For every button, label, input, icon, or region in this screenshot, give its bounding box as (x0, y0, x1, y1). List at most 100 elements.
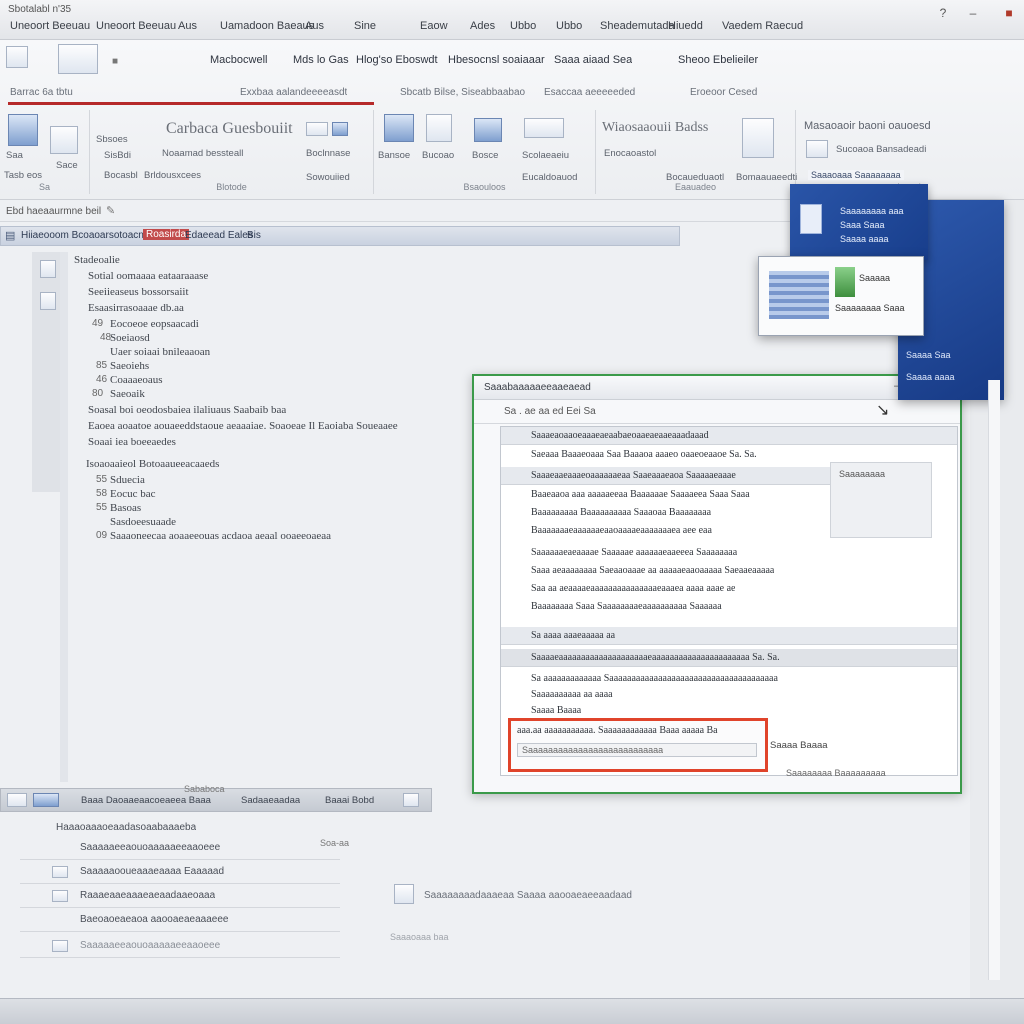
bottom-row[interactable]: Raaaeaaeaaaeaeaadaaeoaaa (20, 886, 340, 908)
path-text[interactable]: Ebd haeaaurmne beil (6, 206, 101, 217)
ribbon-group-editing: Wiaosaaouii Badss Enocaoastol Bocaueduao… (596, 110, 797, 194)
menu-item[interactable]: Sine (354, 20, 376, 32)
floating-preview-card[interactable]: Saaaaa Saaaaaaaa Saaa (758, 256, 924, 336)
page-thumb-icon[interactable] (40, 260, 56, 278)
dialog-row-text[interactable]: Saeaaa Baaaeoaaa Saa Baaaoa aaaeo oaaeoe… (531, 449, 757, 460)
page-thumb-icon[interactable] (40, 292, 56, 310)
dialog-row-text[interactable]: Baaaaaaaaa Baaaaaaaaaa Saaaoaa Baaaaaaaa (531, 507, 711, 518)
help-icon[interactable]: ? (932, 4, 954, 22)
format-painter-icon[interactable] (50, 126, 78, 154)
bottom-row[interactable]: Saaaaaeeaouoaaaaaeeaaoeee (20, 936, 340, 958)
ribbon-label: Bocasbl (104, 170, 138, 181)
paste-icon[interactable] (8, 114, 38, 146)
ribbon-strip-item[interactable]: Sbcatb Bilse, Siseabbaabao (400, 87, 525, 105)
tab-review[interactable]: Roasirda (143, 229, 190, 240)
dialog-row-text[interactable]: Saa aa aeaaaaeaaaaaaaaaaaaaaaeaaaea aaaa… (531, 583, 735, 594)
menu-item[interactable]: Uneoort Beeuau (96, 20, 176, 32)
dialog-row-text[interactable]: Saaaaaaeaeaaaae Saaaaae aaaaaaeaaeeea Sa… (531, 547, 737, 558)
tab-document[interactable]: Hiiaeooom Bcoaoarsotoacn (21, 230, 144, 241)
ribbon-label: Bansoe (378, 150, 411, 161)
bottom-bar-item[interactable]: Baaai Bobd (325, 795, 374, 806)
font-color-icon[interactable] (306, 122, 328, 136)
settings-icon[interactable] (403, 793, 419, 807)
list-icon[interactable] (7, 793, 27, 807)
doc-line: Saaaoneecaa aoaaeeouas acdaoa aeaal ooae… (110, 530, 332, 542)
bottom-caption: Sababoca (184, 784, 225, 794)
close-icon[interactable]: ■ (998, 4, 1020, 22)
outline-scrollbar[interactable] (60, 252, 68, 782)
doc-line: Saeoiehs (110, 360, 150, 372)
menu-item[interactable]: Ubbo (556, 20, 582, 32)
panel-icon[interactable] (33, 793, 59, 807)
menu-item[interactable]: Uneoort Beeuau (10, 20, 90, 32)
dialog-footer: Saaaaaaaa Baaaaaaaaa (786, 768, 886, 778)
ribbon-tab[interactable]: Hlog'so Eboswdt (356, 54, 438, 66)
bottom-bar-item[interactable]: Baaa Daoaaeaacoeaeea Baaa (81, 795, 211, 806)
highlight-input[interactable]: Saaaaaaaaaaaaaaaaaaaaaaaaaaa (517, 743, 757, 757)
menu-item[interactable]: Ades (470, 20, 495, 32)
menu-item[interactable]: Aus (305, 20, 324, 32)
highlight-icon[interactable] (332, 122, 348, 136)
list-number: 09 (96, 530, 108, 541)
chart-icon[interactable] (474, 118, 502, 142)
dialog-toolbar-text[interactable]: Sa . ae aa ed Eei Sa (504, 406, 596, 417)
share-icon[interactable] (806, 140, 828, 158)
tab-edited-tables[interactable]: Edaeead Eales (185, 230, 253, 241)
dialog-row-text[interactable]: Baaaaaaaa Saaa Saaaaaaaaeaaaaaaaaaa Saaa… (531, 601, 722, 612)
minimize-icon[interactable]: – (962, 4, 984, 22)
tab-misc[interactable]: Bis (247, 230, 261, 241)
dialog-row-text[interactable]: Saaa aeaaaaaaaa Saeaaoaaae aa aaaaaeaaoa… (531, 565, 774, 576)
dialog-row-text[interactable]: Baaaaaaaeaaaaaaeaaoaaaaeaaaaaaaea aee ea… (531, 525, 712, 536)
document-icon[interactable] (742, 118, 774, 158)
menu-item[interactable]: Hiuedd (668, 20, 703, 32)
center-label: Saaaaaaaadaaaeaa Saaaa aaooaeaeeaadaad (424, 890, 632, 901)
preview-card-text: Saaaaaaaa Saaa (835, 303, 905, 313)
document-icon (800, 204, 822, 234)
vertical-scrollbar[interactable] (988, 380, 1000, 980)
doc-line: Isoaoaaieol Botoaaueeacaaeds (86, 458, 220, 470)
ribbon-tab[interactable]: Hbesocnsl soaiaaar (448, 54, 545, 66)
dialog-row-text[interactable]: Saaaaaaaaaa aa aaaa (531, 689, 613, 700)
bottom-row-label: Raaaeaaeaaaeaeaadaaeoaaa (80, 890, 216, 901)
pencil-icon[interactable]: ✎ (106, 204, 115, 217)
dialog-row-text[interactable]: Sa aaaaaaaaaaaaa Saaaaaaaaaaaaaaaaaaaaaa… (531, 673, 778, 684)
menu-item[interactable]: Eaow (420, 20, 448, 32)
document-icon[interactable] (394, 884, 414, 904)
highlighted-field[interactable]: aaa.aa aaaaaaaaaaa. Saaaaaaaaaaaa Baaa a… (508, 718, 768, 772)
path-bar: Ebd haeaaurmne beil ✎ (0, 202, 840, 222)
shape-icon[interactable] (524, 118, 564, 138)
bottom-row[interactable]: Baeoaoeaeaoa aaooaeaeaaaeee (20, 910, 340, 932)
table-icon[interactable] (384, 114, 414, 142)
doc-line: Saeoaik (110, 388, 145, 400)
menu-item[interactable]: Uamadoon Baeaus (220, 20, 314, 32)
menu-item[interactable]: Sheademutada (600, 20, 675, 32)
ribbon-tab[interactable]: Saaa aiaad Sea (554, 54, 632, 66)
editing-group-title: Wiaosaaouii Badss (602, 120, 709, 135)
ribbon-label: Noaamad bessteall (162, 148, 244, 159)
grid-icon[interactable] (426, 114, 452, 142)
dialog-row-text[interactable]: Baaeaaoa aaa aaaaaeeaa Baaaaaae Saaaaeea… (531, 489, 750, 500)
bottom-row[interactable]: Saaaaaeeaouoaaaaaeeaaoeee (20, 838, 340, 860)
ribbon-strip-item[interactable]: Esaccaa aeeeeeded (544, 87, 635, 105)
ribbon-tab[interactable]: Macbocwell (210, 54, 267, 66)
ribbon-label: Tasb eos (4, 170, 43, 181)
menu-item[interactable]: Ubbo (510, 20, 536, 32)
bottom-bar-item[interactable]: Sadaaeaadaa (241, 795, 300, 806)
doc-line: Sduecia (110, 474, 145, 486)
ribbon-tab[interactable]: Sheoo Ebelieiler (678, 54, 758, 66)
ribbon-tab[interactable]: Mds lo Gas (293, 54, 349, 66)
bottom-row[interactable]: Saaaaaooueaaaeaaaa Eaaaaad (20, 862, 340, 884)
dialog-title: Saaabaaaaaeeaaeaead (484, 382, 591, 393)
dialog-row-text[interactable]: Saaaa Baaaa (531, 705, 581, 716)
menu-item[interactable]: Vaedem Raecud (722, 20, 803, 32)
ribbon-group-title: Blotode (216, 182, 247, 192)
blue-card-text: Saaaaaaaa aaa (840, 206, 904, 216)
floating-blue-card[interactable]: Saaaoaaa Saaaaaaaa Saaaaaaaa aaa Saaa Sa… (790, 170, 928, 260)
menu-item[interactable]: Aus (178, 20, 197, 32)
file-menu-icon[interactable] (58, 44, 98, 74)
document-body[interactable]: Stadeoalie Sotial oomaaaa eataaraaase Se… (68, 248, 448, 780)
ribbon-label: Sucoaoa Bansadeadi (836, 144, 927, 155)
list-number: 80 (92, 388, 104, 399)
bottom-row-label: Saaaaaooueaaaeaaaa Eaaaaad (80, 866, 225, 877)
ribbon-strip-item[interactable]: Eroeoor Cesed (690, 87, 757, 105)
